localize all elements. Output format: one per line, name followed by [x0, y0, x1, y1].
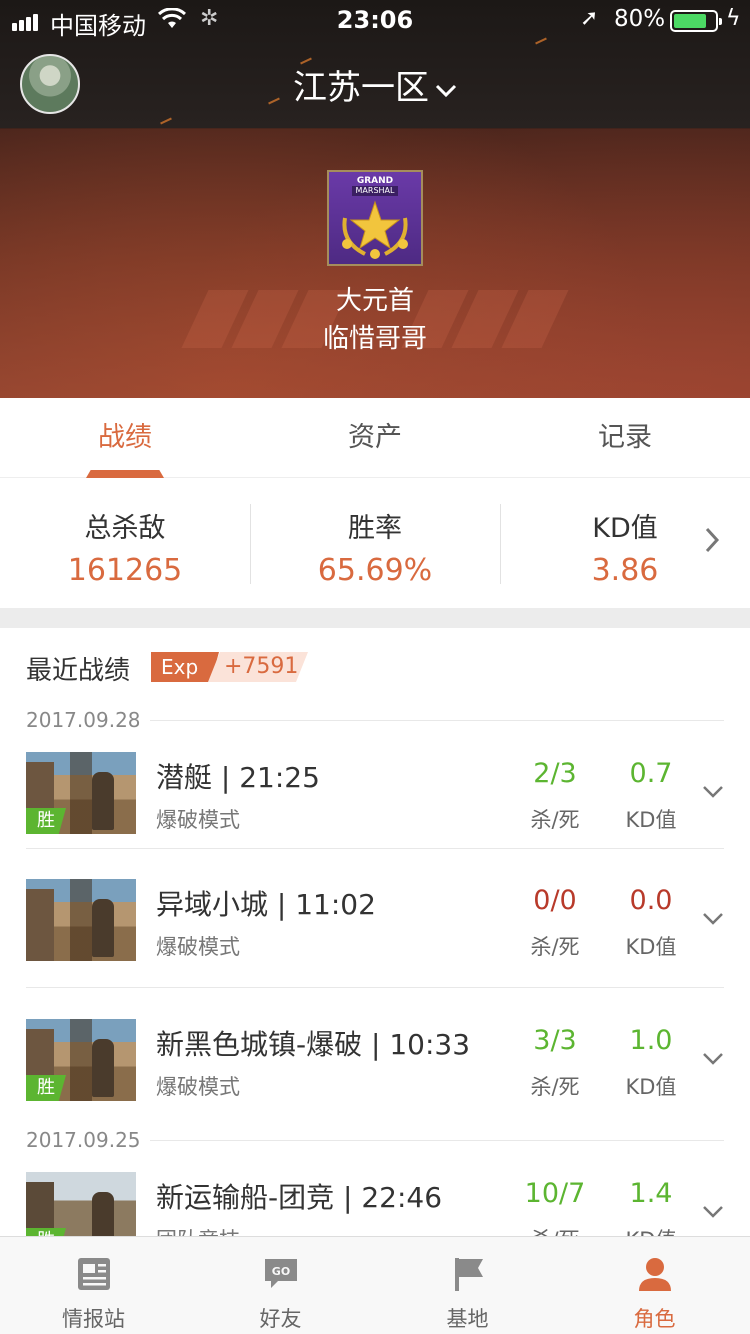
tabbar-item-friends[interactable]: GO 好友 [187, 1237, 374, 1334]
game-mode: 爆破模式 [156, 808, 240, 832]
recent-title: 最近战绩 [26, 656, 131, 686]
kills-deaths: 3/3 [533, 1025, 577, 1056]
kd-label: KD值 [625, 935, 677, 959]
divider [150, 1140, 724, 1141]
tabbar-label: 角色 [633, 1307, 676, 1331]
exp-tag: Exp [151, 652, 219, 682]
rank-name: 大元首 [335, 286, 414, 316]
tab-record-label: 战绩 [98, 422, 152, 453]
region-selector[interactable]: 江苏一区 [0, 60, 750, 109]
profile-header: 中国移动 ✲ 23:06 ➚ 80% ϟ 江苏一区 GRAND MARSHAL … [0, 0, 750, 398]
tab-record[interactable]: 战绩 [0, 398, 250, 478]
charging-bolt-icon: ϟ [726, 6, 741, 31]
tabbar-label: 情报站 [62, 1307, 125, 1331]
stat-label: 胜率 [348, 513, 402, 544]
tab-history[interactable]: 记录 [500, 398, 750, 478]
rank-badge-line1: GRAND [356, 176, 394, 186]
active-tab-indicator [86, 470, 164, 478]
map-name: 新运输船-团竞 | 22:46 [156, 1181, 443, 1214]
stat-value: 161265 [67, 553, 183, 588]
tab-history-label: 记录 [598, 422, 652, 453]
divider [26, 848, 724, 849]
tabbar-item-base[interactable]: 基地 [374, 1237, 561, 1334]
chevron-down-icon [435, 75, 457, 105]
location-arrow-icon: ➚ [580, 6, 599, 31]
star-laurel-icon [342, 200, 408, 259]
bottom-tab-bar: 情报站 GO 好友 基地 角色 [0, 1236, 750, 1334]
chevron-down-icon[interactable] [702, 1043, 724, 1073]
kd-value: 1.4 [629, 1178, 673, 1209]
date-header: 2017.09.28 [26, 708, 141, 732]
stat-label: 总杀敌 [84, 513, 166, 544]
tabbar-label: 基地 [446, 1307, 489, 1331]
stat-win-rate: 胜率 65.69% [250, 506, 500, 588]
map-name: 新黑色城镇-爆破 | 10:33 [156, 1028, 471, 1061]
game-mode: 爆破模式 [156, 1075, 240, 1099]
flag-icon [455, 1258, 483, 1291]
section-separator [0, 608, 750, 628]
tabbar-label: 好友 [259, 1307, 302, 1331]
kills-deaths-label: 杀/死 [530, 808, 580, 832]
map-thumbnail [26, 879, 136, 961]
kills-deaths-label: 杀/死 [530, 935, 580, 959]
tab-assets-label: 资产 [348, 422, 402, 453]
exp-value: +7591 [208, 652, 308, 682]
tabbar-item-intel[interactable]: 情报站 [0, 1237, 187, 1334]
battery-percent: 80% [614, 6, 666, 32]
newspaper-icon [78, 1258, 110, 1290]
divider [150, 720, 724, 721]
kd-value: 0.0 [629, 885, 673, 916]
go-chat-icon: GO [265, 1259, 297, 1288]
battery-icon [670, 10, 722, 32]
tab-assets[interactable]: 资产 [250, 398, 500, 478]
stats-summary[interactable]: 总杀敌 161265 胜率 65.69% KD值 3.86 [0, 478, 750, 608]
kills-deaths: 2/3 [533, 758, 577, 789]
game-mode: 爆破模式 [156, 935, 240, 959]
rank-badge: GRAND MARSHAL [327, 170, 423, 266]
match-row[interactable]: 胜 新黑色城镇-爆破 | 10:33 爆破模式 3/3 杀/死 1.0 KD值 [0, 1019, 750, 1139]
kd-label: KD值 [625, 808, 677, 832]
kd-label: KD值 [625, 1075, 677, 1099]
player-name: 临惜哥哥 [322, 324, 427, 354]
region-label: 江苏一区 [293, 68, 429, 108]
tabbar-item-character[interactable]: 角色 [561, 1237, 748, 1334]
map-name: 潜艇 | 21:25 [156, 761, 320, 794]
svg-text:GO: GO [272, 1265, 290, 1278]
person-icon [639, 1258, 671, 1291]
kills-deaths: 10/7 [524, 1178, 586, 1209]
match-row[interactable]: 胜 潜艇 | 21:25 爆破模式 2/3 杀/死 0.7 KD值 [0, 752, 750, 872]
map-name: 异域小城 | 11:02 [156, 888, 376, 921]
status-bar: 中国移动 ✲ 23:06 ➚ 80% ϟ [0, 0, 750, 40]
section-tabs: 战绩 资产 记录 [0, 398, 750, 478]
stat-value: 65.69% [317, 553, 433, 588]
divider [26, 987, 724, 988]
chevron-down-icon[interactable] [702, 776, 724, 806]
date-header: 2017.09.25 [26, 1128, 141, 1152]
stat-total-kills: 总杀敌 161265 [0, 506, 250, 588]
match-row[interactable]: 异域小城 | 11:02 爆破模式 0/0 杀/死 0.0 KD值 [0, 879, 750, 999]
kills-deaths: 0/0 [533, 885, 577, 916]
rank-badge-line2: MARSHAL [351, 186, 399, 196]
chevron-right-icon[interactable] [704, 526, 720, 562]
chevron-down-icon[interactable] [702, 1196, 724, 1226]
kills-deaths-label: 杀/死 [530, 1075, 580, 1099]
kd-value: 0.7 [629, 758, 673, 789]
kd-value: 1.0 [629, 1025, 673, 1056]
chevron-down-icon[interactable] [702, 903, 724, 933]
